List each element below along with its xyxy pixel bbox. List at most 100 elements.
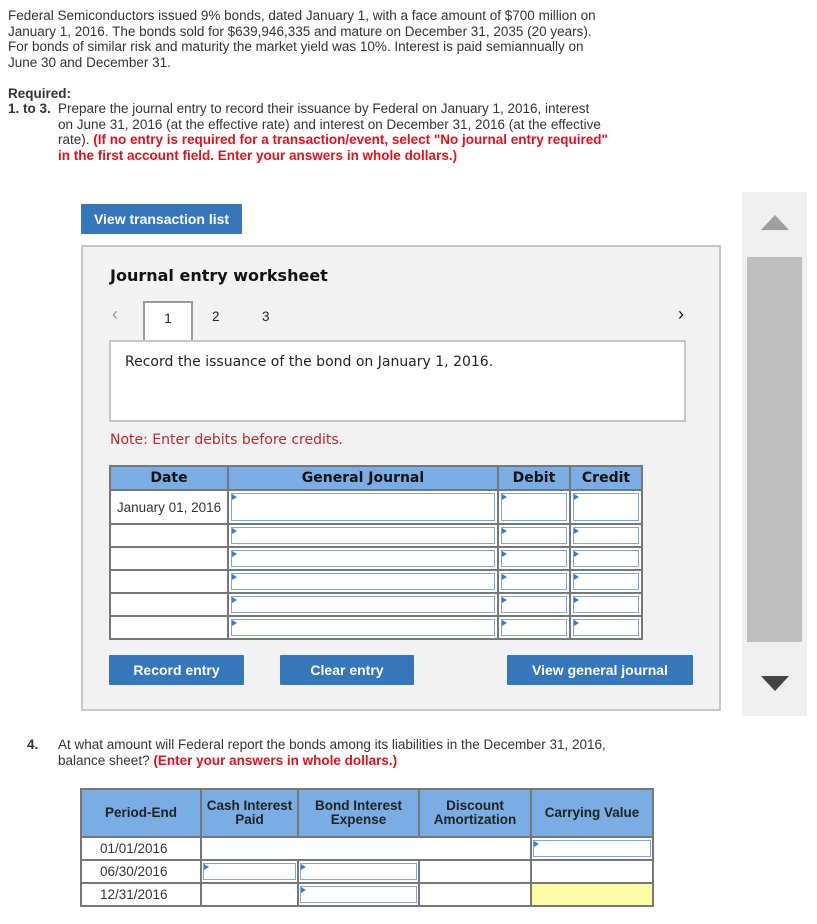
tab-label: 1 [164,311,172,326]
date-cell [109,523,229,548]
account-cell[interactable] [227,615,499,640]
debit-input[interactable] [501,527,567,544]
table-row: 06/30/2016 [80,859,654,884]
worksheet-title: Journal entry worksheet [110,266,328,285]
table-row: 01/01/2016 [80,836,654,861]
date-cell [109,615,229,640]
column-header-general-journal: General Journal [227,465,499,491]
clear-entry-button[interactable]: Clear entry [280,655,414,685]
scroll-down-arrow-icon[interactable] [761,676,789,691]
debit-cell[interactable] [497,546,571,571]
bond-interest-expense-input[interactable] [300,886,417,903]
debit-cell[interactable] [497,523,571,548]
debit-cell[interactable] [497,489,571,525]
required-label: Required: [8,86,72,101]
account-input[interactable] [231,596,495,613]
view-transaction-list-button[interactable]: View transaction list [81,204,242,234]
credit-cell[interactable] [569,523,643,548]
account-input[interactable] [231,527,495,544]
column-header-debit: Debit [497,465,571,491]
tab-2[interactable]: 2 [212,309,220,324]
carrying-value-highlight-cell[interactable] [530,882,654,907]
account-input[interactable] [231,573,495,590]
account-cell[interactable] [227,592,499,617]
tab-3[interactable]: 3 [262,309,270,324]
view-general-journal-button[interactable]: View general journal [507,655,693,685]
column-header-carrying-value: Carrying Value [530,788,654,838]
debit-input[interactable] [501,573,567,590]
tab-1[interactable]: 1 [143,301,193,341]
credit-cell[interactable] [569,569,643,594]
account-cell[interactable] [227,523,499,548]
debit-cell[interactable] [497,615,571,640]
credit-input[interactable] [573,619,639,636]
credit-input[interactable] [573,550,639,567]
column-header-bond-interest-expense: Bond Interest Expense [297,788,420,838]
debit-input[interactable] [501,619,567,636]
amortization-table: Period-End Cash Interest Paid Bond Inter… [80,788,654,907]
date-cell [109,546,229,571]
table-row: 12/31/2016 [80,882,654,907]
table-row [109,569,643,594]
account-input[interactable] [231,550,495,567]
period-end-cell: 06/30/2016 [80,859,202,884]
question-4-instruction: (Enter your answers in whole dollars.) [153,752,398,768]
cash-interest-input[interactable] [203,863,296,880]
credit-input[interactable] [573,573,639,590]
question-4-number: 4. [27,737,39,752]
next-arrow-icon[interactable]: › [678,304,684,325]
period-end-cell: 01/01/2016 [80,836,202,861]
date-cell [109,569,229,594]
blank-cell [200,836,532,861]
account-cell[interactable] [227,546,499,571]
credit-input[interactable] [573,527,639,544]
prev-arrow-icon[interactable]: ‹ [112,304,118,325]
question-4-text: At what amount will Federal report the b… [58,737,618,768]
table-row [109,592,643,617]
account-input[interactable] [231,619,495,636]
account-cell[interactable] [227,489,499,525]
column-header-cash-interest-paid: Cash Interest Paid [200,788,299,838]
bond-interest-expense-input[interactable] [300,863,417,880]
carrying-value-input[interactable] [533,840,651,857]
credit-cell[interactable] [569,615,643,640]
journal-table: Date General Journal Debit Credit Januar… [109,465,643,640]
column-header-period-end: Period-End [80,788,202,838]
credit-input[interactable] [573,596,639,613]
problem-statement: Federal Semiconductors issued 9% bonds, … [8,8,596,70]
record-entry-button[interactable]: Record entry [109,655,244,685]
table-row [109,615,643,640]
cash-interest-cell [200,882,299,907]
debit-cell[interactable] [497,592,571,617]
debit-input[interactable] [501,596,567,613]
debit-input[interactable] [501,493,567,521]
column-header-date: Date [109,465,229,491]
cash-interest-cell[interactable] [200,859,299,884]
bond-interest-expense-cell[interactable] [297,859,420,884]
table-row [109,546,643,571]
discount-amortization-cell [418,882,532,907]
carrying-value-cell [530,859,654,884]
debit-credit-note: Note: Enter debits before credits. [110,432,344,448]
requirement-instruction: (If no entry is required for a transacti… [58,132,608,163]
credit-cell[interactable] [569,592,643,617]
credit-cell[interactable] [569,489,643,525]
scroll-up-arrow-icon[interactable] [761,215,789,230]
carrying-value-cell[interactable] [530,836,654,861]
scrollbar-thumb[interactable] [747,257,802,642]
table-row [109,523,643,548]
transaction-description: Record the issuance of the bond on Janua… [109,340,686,422]
credit-input[interactable] [573,493,639,521]
account-input[interactable] [231,493,495,521]
discount-amortization-cell [418,859,532,884]
date-cell: January 01, 2016 [109,489,229,525]
column-header-discount-amortization: Discount Amortization [418,788,532,838]
debit-input[interactable] [501,550,567,567]
period-end-cell: 12/31/2016 [80,882,202,907]
bond-interest-expense-cell[interactable] [297,882,420,907]
account-cell[interactable] [227,569,499,594]
table-row: January 01, 2016 [109,489,643,525]
debit-cell[interactable] [497,569,571,594]
credit-cell[interactable] [569,546,643,571]
column-header-credit: Credit [569,465,643,491]
